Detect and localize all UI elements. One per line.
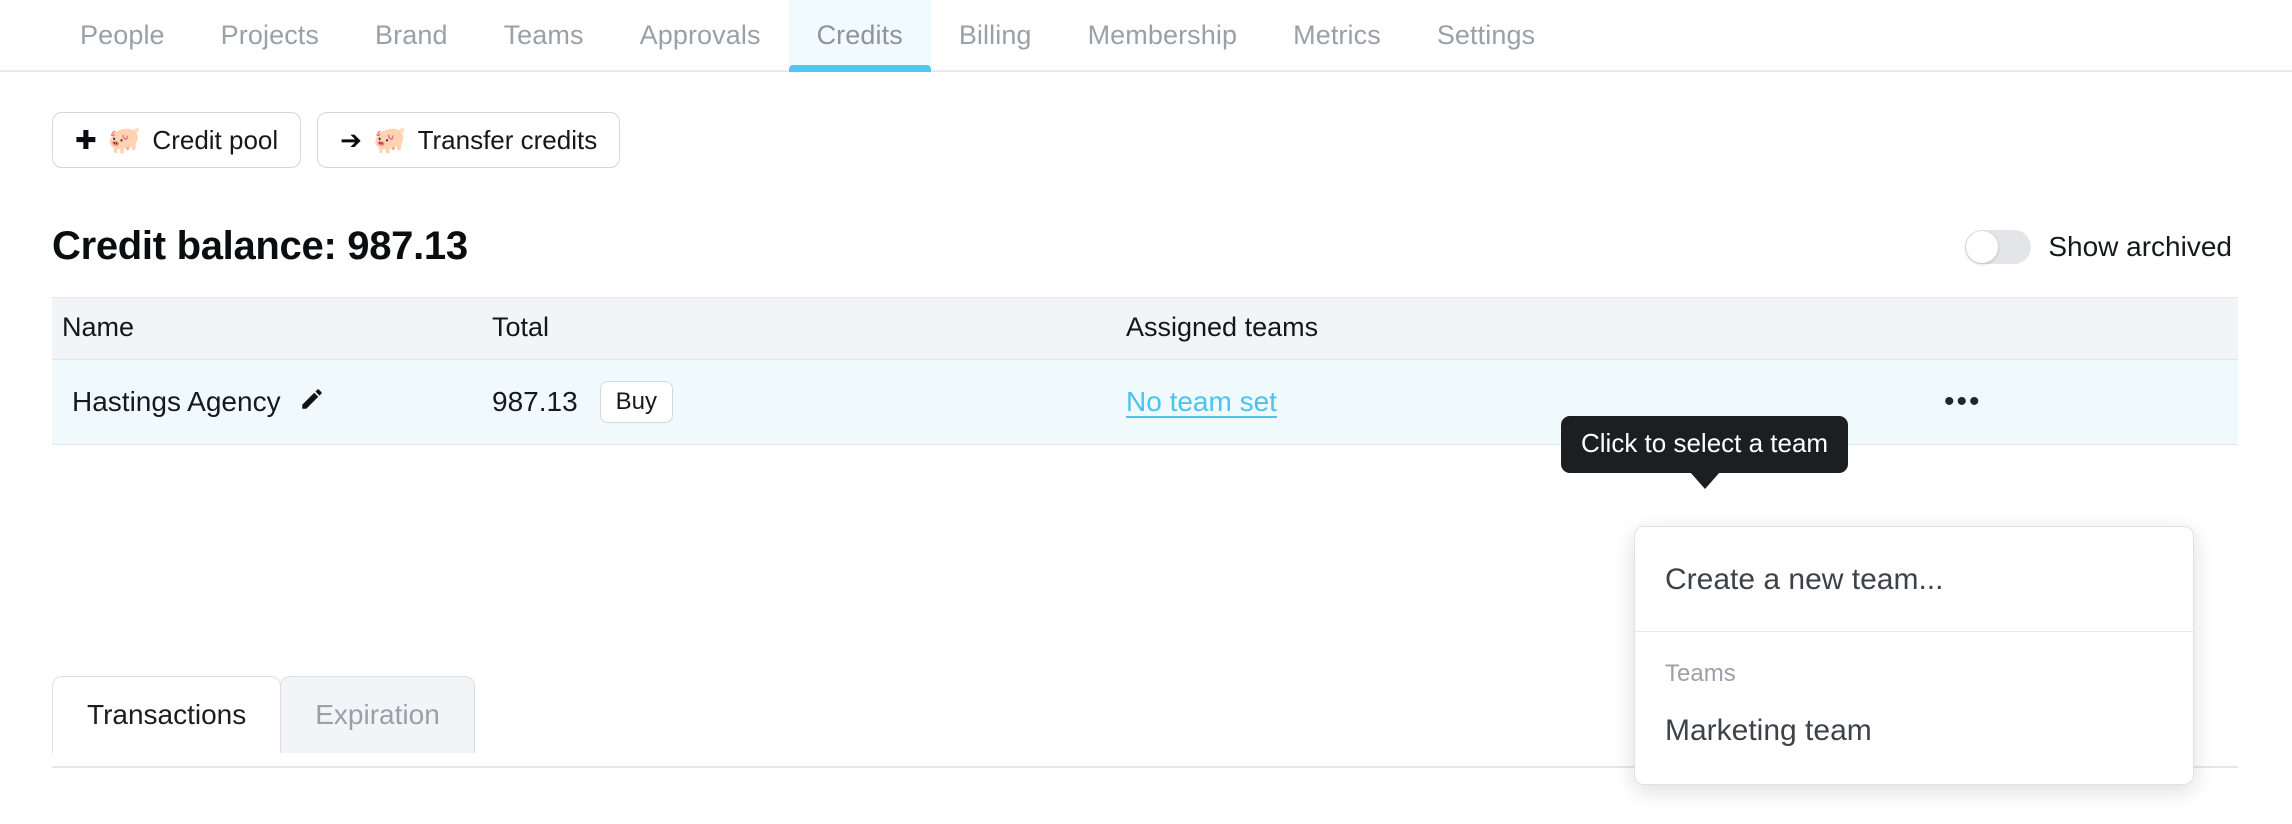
tab-expiration[interactable]: Expiration (280, 676, 475, 754)
nav-tab-label: Membership (1087, 19, 1238, 50)
show-archived-label: Show archived (2048, 230, 2232, 262)
nav-tab-membership[interactable]: Membership (1060, 0, 1266, 70)
nav-tab-label: Settings (1436, 19, 1536, 50)
nav-tab-label: Approvals (639, 19, 761, 50)
nav-tab-label: People (80, 19, 165, 50)
tooltip-text: Click to select a team (1581, 428, 1829, 458)
nav-tab-label: Brand (375, 19, 448, 50)
dropdown-item-marketing-team[interactable]: Marketing team (1635, 694, 2193, 778)
page-title: Credit balance: 987.13 (52, 224, 468, 268)
cell-row-actions: ••• (1926, 359, 2238, 445)
nav-tab-projects[interactable]: Projects (193, 0, 347, 70)
primary-nav: People Projects Brand Teams Approvals Cr… (0, 0, 2292, 72)
pencil-icon[interactable] (299, 386, 325, 419)
nav-tab-credits[interactable]: Credits (788, 0, 932, 72)
column-header-total: Total (492, 297, 1126, 360)
assigned-team-link[interactable]: No team set (1126, 386, 1277, 417)
nav-tab-metrics[interactable]: Metrics (1265, 0, 1409, 70)
buy-button[interactable]: Buy (599, 380, 673, 424)
toggle-knob (1966, 230, 1999, 263)
transfer-credits-label: Transfer credits (417, 124, 598, 155)
select-team-tooltip: Click to select a team (1561, 416, 1849, 489)
nav-tab-billing[interactable]: Billing (931, 0, 1060, 70)
team-select-dropdown: Create a new team... Teams Marketing tea… (1634, 526, 2194, 785)
column-header-name: Name (52, 297, 492, 360)
nav-tab-approvals[interactable]: Approvals (612, 0, 789, 70)
nav-tab-brand[interactable]: Brand (347, 0, 476, 70)
nav-tab-settings[interactable]: Settings (1409, 0, 1563, 70)
table-header-row: Name Total Assigned teams (52, 297, 2238, 360)
show-archived-toggle[interactable] (1965, 229, 2032, 264)
table-body: Hastings Agency 987.13 Buy No team set •… (52, 359, 2238, 445)
nav-tab-label: Billing (958, 19, 1032, 50)
table-row[interactable]: Hastings Agency 987.13 Buy No team set •… (52, 359, 2238, 445)
dropdown-group-label-teams: Teams (1665, 660, 1736, 687)
arrow-right-icon: ➔ (340, 125, 362, 155)
credit-actions-toolbar: ✚ 🐖 Credit pool ➔ 🐖 Transfer credits (52, 112, 2240, 168)
transfer-credits-button[interactable]: ➔ 🐖 Transfer credits (317, 112, 621, 168)
credit-pool-button[interactable]: ✚ 🐖 Credit pool (52, 112, 302, 168)
plus-icon: ✚ (75, 125, 97, 155)
piggy-bank-icon: 🐖 (372, 124, 407, 155)
dropdown-item-create-team[interactable]: Create a new team... (1635, 527, 2193, 631)
nav-tab-label: Projects (220, 19, 320, 50)
nav-tab-people[interactable]: People (52, 0, 193, 70)
balance-header-row: Credit balance: 987.13 Show archived (52, 224, 2240, 269)
nav-tab-label: Teams (503, 19, 584, 50)
credit-total-value: 987.13 (492, 385, 578, 417)
credit-pool-label: Credit pool (152, 124, 279, 155)
column-header-assigned-teams: Assigned teams (1126, 297, 1926, 360)
piggy-bank-icon: 🐖 (107, 124, 142, 155)
nav-tab-label: Metrics (1293, 19, 1381, 50)
nav-tab-label: Credits (816, 19, 903, 50)
column-header-actions (1926, 297, 2238, 360)
tab-transactions[interactable]: Transactions (52, 676, 282, 754)
credits-page-content: ✚ 🐖 Credit pool ➔ 🐖 Transfer credits Cre… (0, 112, 2292, 445)
credit-pools-table: Name Total Assigned teams Hastings Agenc… (52, 297, 2238, 445)
row-overflow-menu-icon[interactable]: ••• (1926, 385, 1982, 418)
table-head: Name Total Assigned teams (52, 297, 2238, 360)
cell-total: 987.13 Buy (492, 359, 1126, 445)
credit-pool-name: Hastings Agency (72, 386, 281, 417)
cell-name: Hastings Agency (52, 359, 492, 445)
nav-tab-teams[interactable]: Teams (476, 0, 612, 70)
show-archived-control[interactable]: Show archived (1965, 229, 2240, 264)
